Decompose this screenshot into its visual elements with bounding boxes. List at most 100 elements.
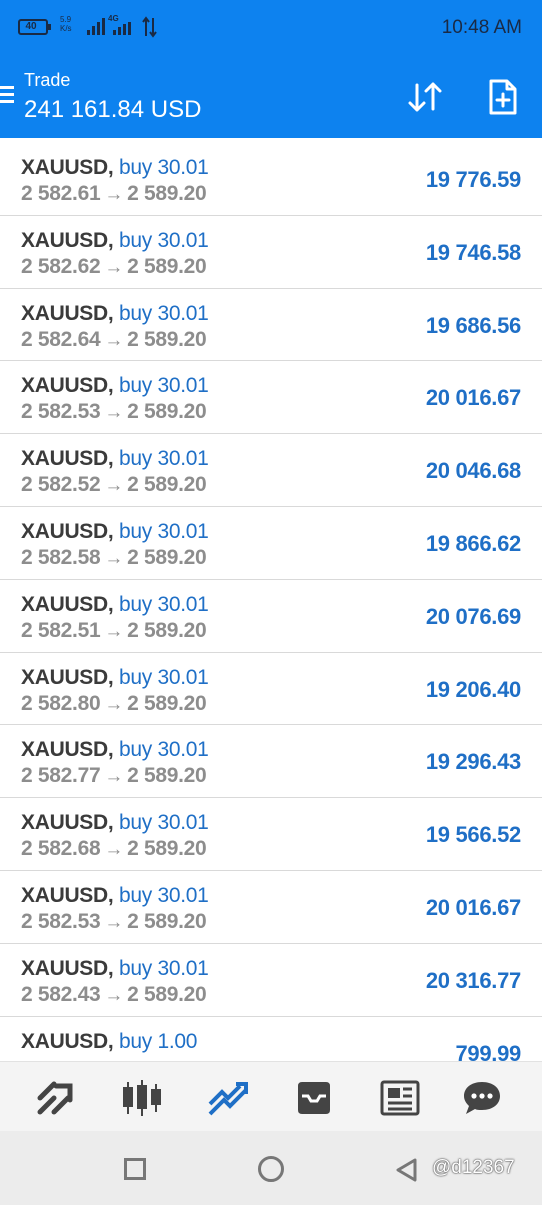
position-prices: 2 582.80 → 2 589.20	[21, 691, 207, 716]
position-prices: 2 582.68 → 2 589.20	[21, 837, 207, 861]
position-row[interactable]: XAUUSD, buy 30.01 2 582.77 → 2 589.20 19 296…	[0, 725, 542, 799]
position-profit: 20 076.69	[425, 603, 521, 629]
back-icon[interactable]	[394, 1157, 420, 1183]
position-side: buy 30.01	[118, 592, 209, 616]
position-profit: 19 866.62	[425, 530, 521, 556]
position-row[interactable]: XAUUSD, buy 1.00 799.99	[0, 1017, 542, 1061]
app-bar: Trade 241 161.84 USD	[0, 56, 542, 138]
position-row[interactable]: XAUUSD, buy 30.01 2 582.61 → 2 589.20 19 776…	[0, 143, 542, 216]
position-row[interactable]: XAUUSD, buy 30.01 2 582.51 → 2 589.20 20 076…	[0, 580, 542, 653]
arrow-right-icon: →	[104, 766, 124, 788]
position-prices: 2 582.64 → 2 589.20	[21, 327, 207, 352]
position-symbol: XAUUSD, buy 30.01	[21, 520, 209, 544]
open-price: 2 582.77	[21, 764, 101, 788]
inbox-icon[interactable]	[292, 1076, 336, 1120]
trade-icon[interactable]	[206, 1076, 250, 1120]
recents-icon[interactable]	[124, 1158, 146, 1180]
symbol-label: XAUUSD,	[21, 228, 114, 252]
symbol-label: XAUUSD,	[21, 301, 114, 325]
open-price: 2 582.51	[21, 618, 101, 642]
open-price: 2 582.43	[21, 982, 101, 1006]
symbol-label: XAUUSD,	[21, 592, 114, 616]
symbol-label: XAUUSD,	[21, 519, 114, 543]
position-row[interactable]: XAUUSD, buy 30.01 2 582.53 → 2 589.20 20 016…	[0, 361, 542, 435]
position-prices: 2 582.77 → 2 589.20	[21, 764, 207, 788]
open-price: 2 582.53	[21, 909, 101, 933]
arrow-right-icon: →	[104, 402, 124, 424]
new-order-icon[interactable]	[486, 78, 520, 116]
position-row[interactable]: XAUUSD, buy 30.01 2 582.52 → 2 589.20 20 046…	[0, 434, 542, 507]
home-icon[interactable]	[258, 1156, 284, 1182]
position-prices: 2 582.53 → 2 589.20	[21, 400, 207, 424]
position-profit: 20 016.67	[425, 894, 521, 920]
positions-list[interactable]: XAUUSD, buy 30.01 2 582.61 → 2 589.20 19 776…	[0, 143, 542, 1061]
sort-icon[interactable]	[406, 80, 444, 114]
position-row[interactable]: XAUUSD, buy 30.01 2 582.64 → 2 589.20 19 686…	[0, 289, 542, 362]
arrow-right-icon: →	[104, 184, 124, 205]
open-price: 2 582.52	[21, 473, 101, 497]
position-prices: 2 582.62 → 2 589.20	[21, 254, 207, 279]
position-profit: 19 566.52	[425, 822, 521, 848]
network-speed-value: 5.9	[60, 15, 72, 24]
position-row[interactable]: XAUUSD, buy 30.01 2 582.43 → 2 589.20 20 316…	[0, 944, 542, 1017]
current-price: 2 589.20	[127, 618, 207, 642]
symbol-label: XAUUSD,	[21, 811, 114, 835]
position-profit: 19 206.40	[425, 676, 521, 702]
position-prices: 2 582.53 → 2 589.20	[21, 909, 207, 934]
candlestick-icon[interactable]	[120, 1076, 164, 1120]
menu-icon[interactable]	[0, 86, 14, 104]
open-price: 2 582.61	[21, 182, 101, 205]
open-price: 2 582.64	[21, 327, 101, 351]
current-price: 2 589.20	[127, 764, 207, 788]
current-price: 2 589.20	[127, 254, 207, 278]
position-symbol: XAUUSD, buy 30.01	[21, 811, 209, 835]
symbol-label: XAUUSD,	[21, 156, 114, 179]
position-row[interactable]: XAUUSD, buy 30.01 2 582.68 → 2 589.20 19 566…	[0, 798, 542, 871]
position-side: buy 30.01	[118, 738, 209, 762]
symbol-label: XAUUSD,	[21, 1029, 114, 1053]
position-side: buy 30.01	[118, 956, 209, 980]
position-row[interactable]: XAUUSD, buy 30.01 2 582.58 → 2 589.20 19 866…	[0, 507, 542, 580]
position-row[interactable]: XAUUSD, buy 30.01 2 582.53 → 2 589.20 20 016…	[0, 871, 542, 944]
quotes-icon[interactable]	[34, 1076, 78, 1120]
position-profit: 799.99	[455, 1040, 522, 1061]
position-side: buy 1.00	[118, 1029, 198, 1053]
position-row[interactable]: XAUUSD, buy 30.01 2 582.62 → 2 589.20 19 746…	[0, 216, 542, 289]
position-symbol: XAUUSD, buy 30.01	[21, 666, 209, 690]
position-side: buy 30.01	[118, 228, 209, 252]
position-side: buy 30.01	[118, 883, 209, 907]
arrow-right-icon: →	[104, 329, 124, 351]
symbol-label: XAUUSD,	[21, 956, 114, 980]
open-price: 2 582.80	[21, 691, 101, 715]
arrow-right-icon: →	[104, 839, 124, 861]
signal-icon	[87, 18, 105, 35]
battery-icon: 40	[18, 19, 51, 35]
arrow-right-icon: →	[104, 620, 124, 642]
position-profit: 20 016.67	[425, 385, 521, 411]
account-balance: 241 161.84 USD	[24, 96, 202, 123]
network-speed: 5.9 K/s	[60, 15, 80, 33]
position-prices: 2 582.61 → 2 589.20	[21, 182, 207, 206]
position-row[interactable]: XAUUSD, buy 30.01 2 582.80 → 2 589.20 19 206…	[0, 653, 542, 726]
arrow-right-icon: →	[104, 911, 124, 933]
news-icon[interactable]	[378, 1076, 422, 1120]
page-title: Trade	[24, 70, 71, 90]
current-price: 2 589.20	[127, 982, 207, 1006]
current-price: 2 589.20	[127, 473, 207, 497]
battery-level: 40	[25, 21, 37, 32]
symbol-label: XAUUSD,	[21, 374, 114, 398]
position-symbol: XAUUSD, buy 30.01	[21, 229, 209, 253]
arrow-right-icon: →	[104, 984, 124, 1006]
position-symbol: XAUUSD, buy 30.01	[21, 302, 209, 326]
arrow-right-icon: →	[104, 475, 124, 497]
position-profit: 20 046.68	[425, 458, 521, 484]
position-profit: 19 296.43	[425, 749, 521, 775]
signal-2-icon	[113, 22, 131, 35]
position-side: buy 30.01	[118, 301, 209, 325]
position-side: buy 30.01	[118, 519, 209, 543]
watermark: @d12367	[432, 1157, 515, 1178]
position-prices: 2 582.58 → 2 589.20	[21, 546, 207, 570]
clock: 10:48 AM	[441, 17, 522, 38]
chat-icon[interactable]	[460, 1076, 504, 1120]
position-symbol: XAUUSD, buy 30.01	[21, 593, 209, 617]
